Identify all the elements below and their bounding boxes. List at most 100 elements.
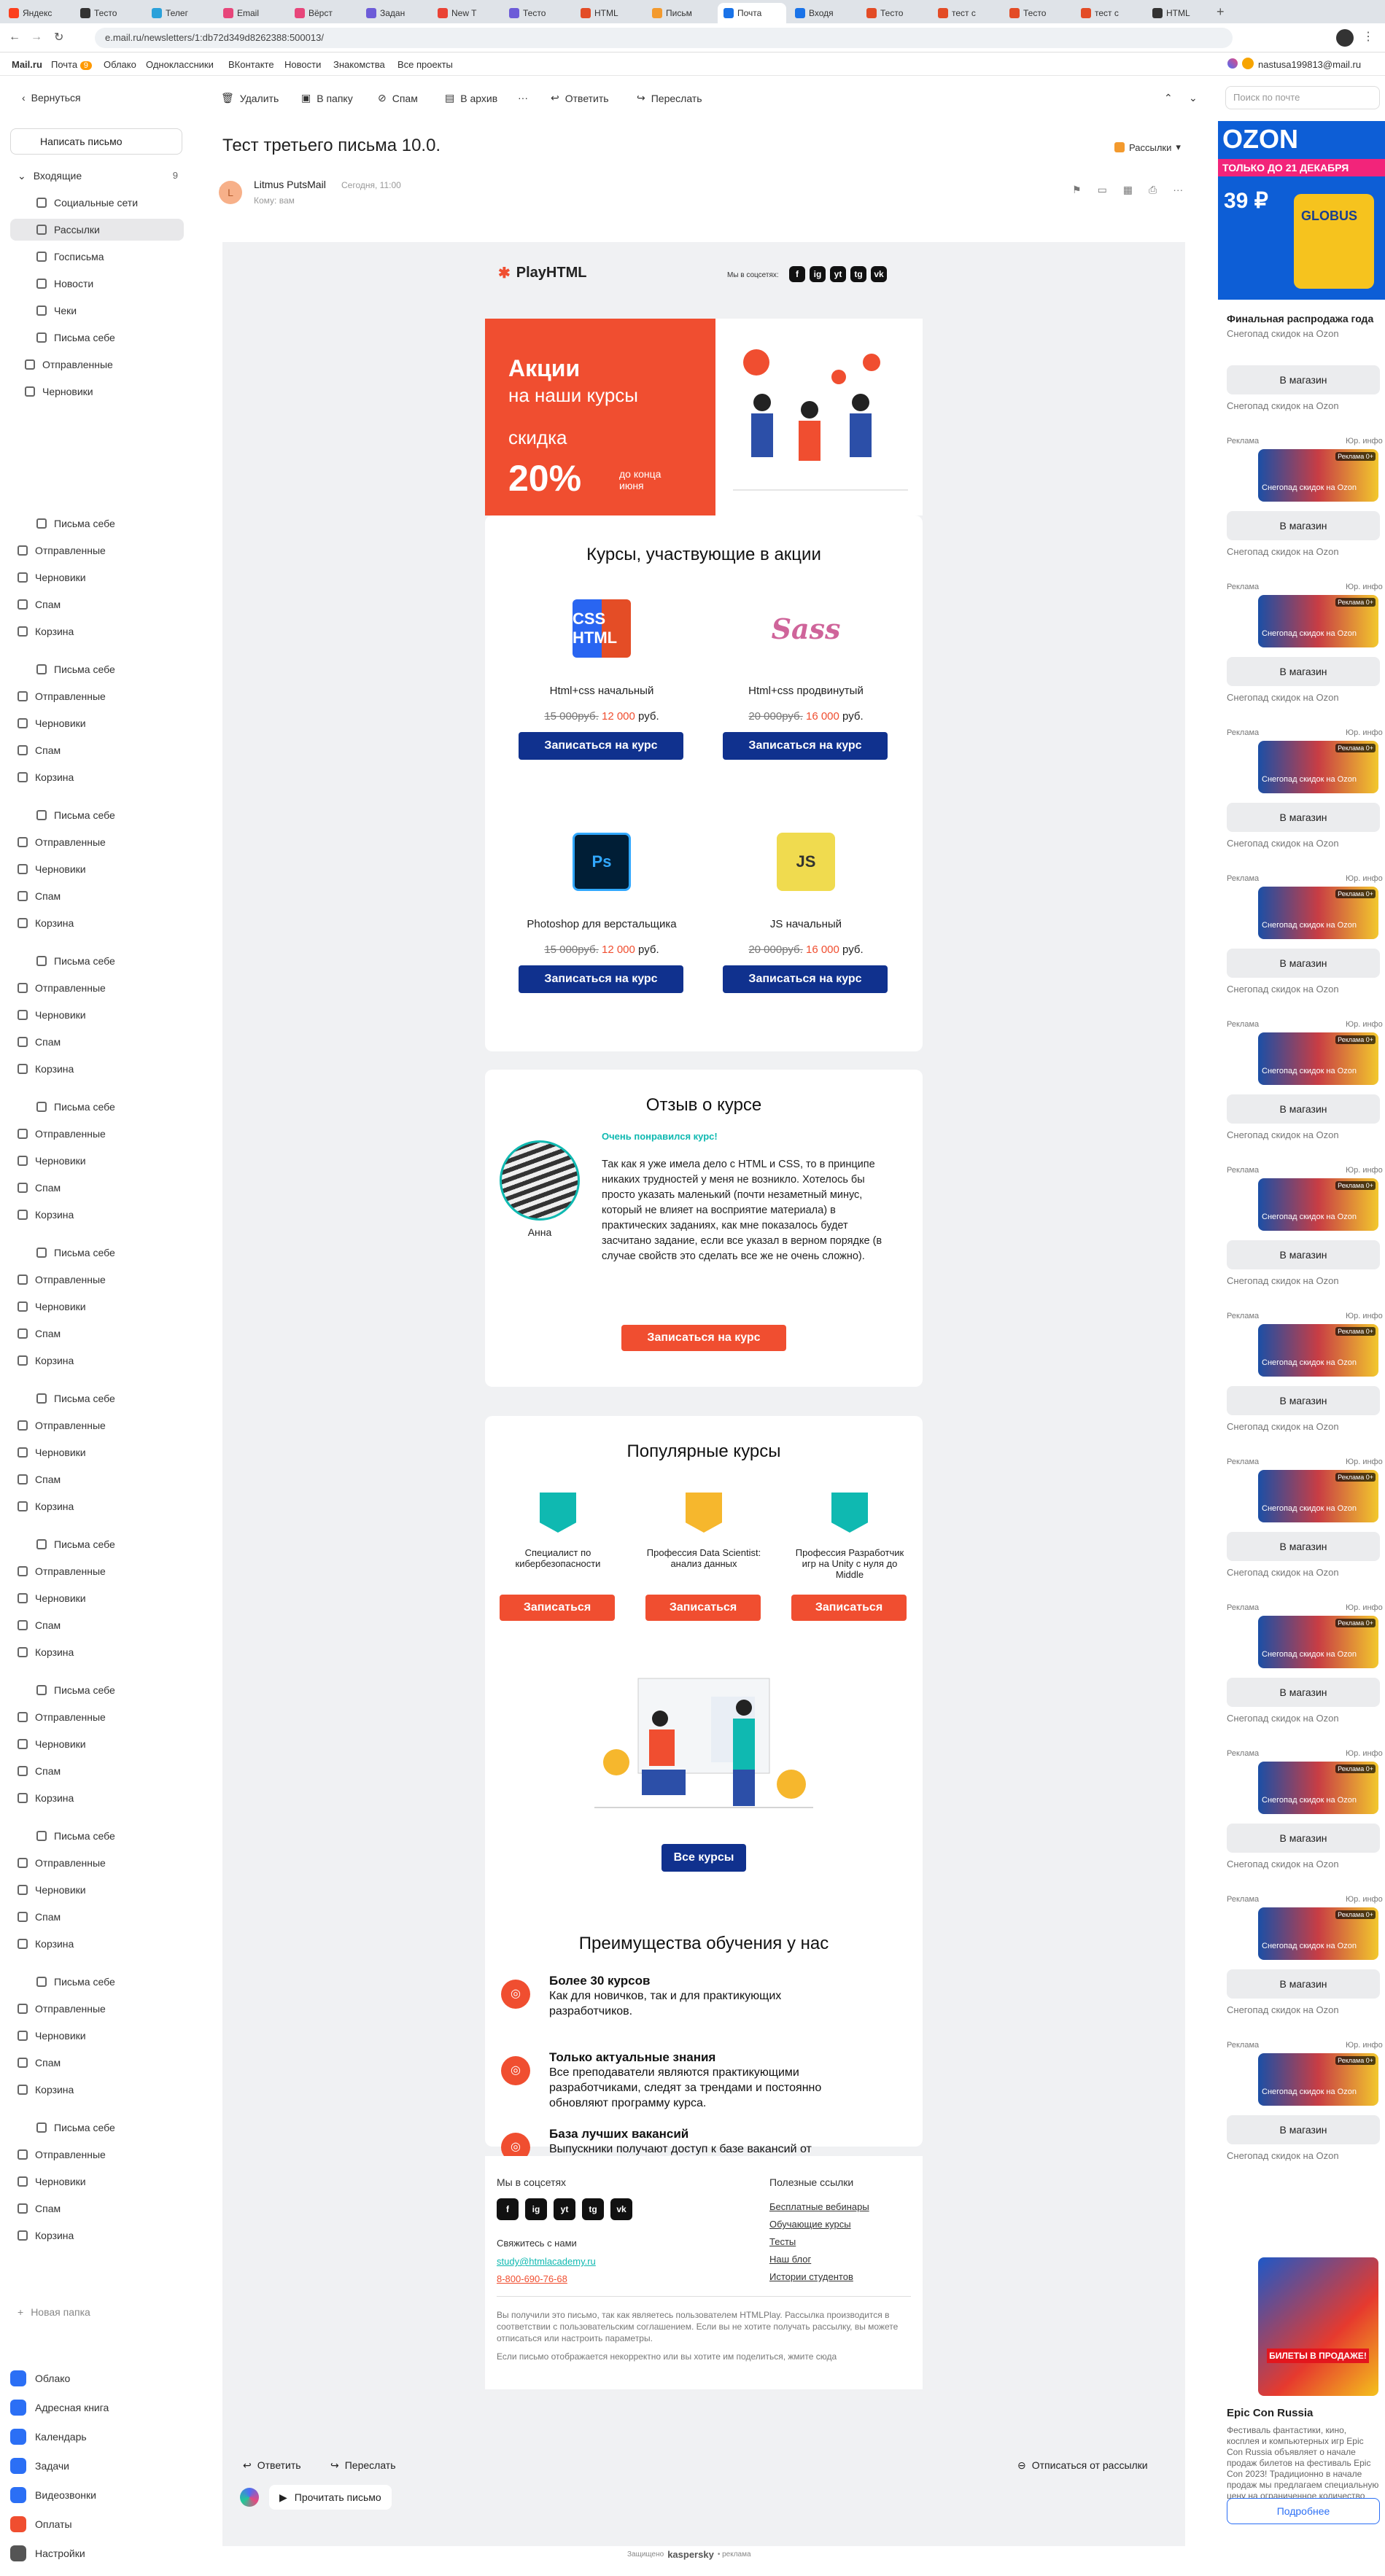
folder-item[interactable]: Новости	[10, 273, 184, 295]
folder-item[interactable]: Спам	[10, 2052, 184, 2074]
folder-item[interactable]: Спам	[10, 594, 184, 615]
folder-item[interactable]: Рассылки	[10, 219, 184, 241]
ad-info-link[interactable]: Юр. инфо	[1346, 1458, 1383, 1466]
prev-letter-button[interactable]: ⌃	[1164, 92, 1173, 104]
ad-thumbnail[interactable]: Реклама 0+	[1258, 1470, 1378, 1522]
shop-button[interactable]: В магазин	[1227, 657, 1380, 686]
folder-item[interactable]: Спам	[10, 885, 184, 907]
folder-item[interactable]: Черновики	[10, 1296, 184, 1318]
folder-item[interactable]: Отправленные	[10, 354, 184, 375]
ad-thumbnail[interactable]: Реклама 0+	[1258, 595, 1378, 647]
ad-thumbnail[interactable]: Реклама 0+	[1258, 1324, 1378, 1377]
course-signup-button[interactable]: Записаться на курс	[723, 732, 888, 760]
folder-item[interactable]: Письма себе	[10, 1388, 184, 1409]
reload-icon[interactable]: ↻	[54, 30, 63, 44]
folder-item[interactable]: Корзина	[10, 2225, 184, 2246]
ad-info-link[interactable]: Юр. инфо	[1346, 1312, 1383, 1320]
folder-item[interactable]: Отправленные	[10, 1706, 184, 1728]
folder-item[interactable]: Черновики	[10, 2025, 184, 2047]
folder-item[interactable]: Госписьма	[10, 246, 184, 268]
service-link[interactable]: Облако	[10, 2370, 70, 2386]
folder-item[interactable]: Корзина	[10, 2079, 184, 2101]
user-avatar[interactable]	[1242, 58, 1254, 69]
browser-tab[interactable]: HTML	[1147, 3, 1215, 23]
service-link[interactable]: Оплаты	[10, 2516, 72, 2532]
menu-dots-icon[interactable]: ⋮	[1362, 29, 1374, 44]
account-email[interactable]: nastusa199813@mail.ru	[1258, 59, 1361, 70]
voice-assistant-icon[interactable]	[240, 2488, 259, 2507]
search-input[interactable]: Поиск по почте	[1225, 86, 1380, 109]
shop-button[interactable]: В магазин	[1227, 1240, 1380, 1269]
read-aloud-button[interactable]: ▶ Прочитать письмо	[269, 2485, 392, 2510]
social-yt-icon[interactable]: yt	[830, 266, 846, 282]
folder-item[interactable]: Отправленные	[10, 1269, 184, 1291]
folder-item[interactable]: Спам	[10, 2198, 184, 2219]
folder-item[interactable]: Черновики	[10, 381, 184, 402]
folder-item[interactable]: Письма себе	[10, 327, 184, 349]
folder-item[interactable]: Черновики	[10, 2171, 184, 2192]
shop-button[interactable]: В магазин	[1227, 1969, 1380, 1999]
folder-item[interactable]: Корзина	[10, 912, 184, 934]
back-arrow-icon[interactable]: ←	[9, 31, 20, 44]
new-tab-icon[interactable]: +	[1217, 4, 1225, 20]
browser-tab[interactable]: Телег	[146, 3, 214, 23]
social-vk-icon[interactable]: vk	[871, 266, 887, 282]
portal-mail-link[interactable]: Почта 9	[51, 59, 92, 70]
service-link[interactable]: Задачи	[10, 2458, 69, 2474]
profile-avatar[interactable]	[1336, 29, 1354, 47]
footer-link[interactable]: Истории студентов	[769, 2271, 853, 2282]
browser-tab[interactable]: тест с	[1075, 3, 1144, 23]
folder-item[interactable]: Отправленные	[10, 1560, 184, 1582]
social-ig-icon[interactable]: ig	[525, 2198, 547, 2220]
folder-item[interactable]: Отправленные	[10, 1852, 184, 1874]
folder-inbox[interactable]: ⌄ Входящие 9	[10, 165, 184, 187]
review-signup-button[interactable]: Записаться на курс	[621, 1325, 786, 1351]
forward-button[interactable]: ↪ Переслать	[637, 92, 702, 104]
compose-button[interactable]: Написать письмо	[10, 128, 182, 155]
ad-info-link[interactable]: Юр. инфо	[1346, 728, 1383, 737]
ad-thumbnail[interactable]: Реклама 0+	[1258, 1032, 1378, 1085]
more-icon[interactable]: ···	[1173, 184, 1183, 196]
reply-button[interactable]: ↩ Ответить	[551, 92, 609, 104]
service-link[interactable]: Настройки	[10, 2545, 85, 2561]
folder-item[interactable]: Письма себе	[10, 1679, 184, 1701]
folder-item[interactable]: Отправленные	[10, 1415, 184, 1436]
shop-button[interactable]: В магазин	[1227, 949, 1380, 978]
folder-item[interactable]: Спам	[10, 1031, 184, 1053]
archive-button[interactable]: ▤ В архив	[445, 92, 497, 104]
browser-tab[interactable]: Письм	[646, 3, 715, 23]
browser-tab[interactable]: Тесто	[503, 3, 572, 23]
folder-item[interactable]: Спам	[10, 1614, 184, 1636]
folder-item[interactable]: Отправленные	[10, 2144, 184, 2166]
footer-email-link[interactable]: study@htmlacademy.ru	[497, 2256, 596, 2267]
folder-item[interactable]: Письма себе	[10, 658, 184, 680]
ad-info-link[interactable]: Юр. инфо	[1346, 437, 1383, 445]
browser-tab[interactable]: New T	[432, 3, 500, 23]
ad-info-link[interactable]: Юр. инфо	[1346, 1020, 1383, 1029]
folder-item[interactable]: Спам	[10, 739, 184, 761]
folder-item[interactable]: Письма себе	[10, 1825, 184, 1847]
folder-item[interactable]: Черновики	[10, 1879, 184, 1901]
ozon-banner[interactable]: OZON ТОЛЬКО ДО 21 ДЕКАБРЯ 39 ₽ GLOBUS	[1218, 121, 1385, 300]
course-signup-button[interactable]: Записаться на курс	[519, 965, 683, 993]
folder-item[interactable]: Корзина	[10, 620, 184, 642]
forward-arrow-icon[interactable]: →	[31, 31, 42, 44]
folder-item[interactable]: Письма себе	[10, 1533, 184, 1555]
footer-phone-link[interactable]: 8-800-690-76-68	[497, 2273, 567, 2284]
browser-tab[interactable]: Почта	[718, 3, 786, 23]
bottom-forward-button[interactable]: ↪ Переслать	[330, 2459, 396, 2472]
folder-move-icon[interactable]: ▭	[1098, 184, 1107, 196]
delete-button[interactable]: 🗑 Удалить	[221, 92, 279, 104]
browser-tab[interactable]: Яндекс	[3, 3, 71, 23]
folder-item[interactable]: Письма себе	[10, 1096, 184, 1118]
folder-item[interactable]: Корзина	[10, 766, 184, 788]
folder-item[interactable]: Черновики	[10, 858, 184, 880]
portal-link[interactable]: Облако	[104, 59, 136, 70]
back-button[interactable]: ‹ Вернуться	[22, 92, 81, 104]
shop-button[interactable]: В магазин	[1227, 1824, 1380, 1853]
ad-thumbnail[interactable]: Реклама 0+	[1258, 1762, 1378, 1814]
folder-item[interactable]: Письма себе	[10, 513, 184, 534]
portal-link[interactable]: Одноклассники	[146, 59, 214, 70]
folder-item[interactable]: Корзина	[10, 1495, 184, 1517]
shop-button[interactable]: В магазин	[1227, 365, 1380, 394]
